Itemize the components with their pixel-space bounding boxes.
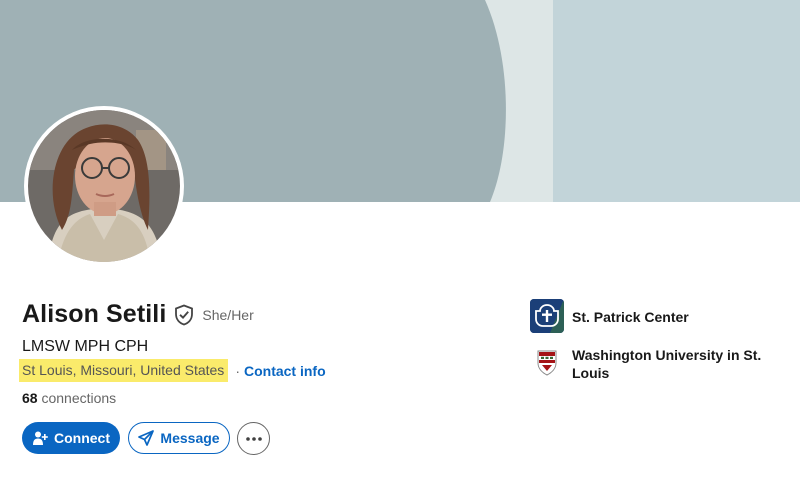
profile-location: St Louis, Missouri, United States bbox=[19, 359, 229, 382]
org-item-st-patrick-center[interactable]: St. Patrick Center bbox=[530, 299, 772, 333]
profile-headline: LMSW MPH CPH bbox=[22, 338, 149, 355]
send-icon bbox=[138, 430, 155, 446]
ellipsis-icon bbox=[245, 436, 262, 441]
message-label: Message bbox=[160, 430, 220, 446]
message-button[interactable]: Message bbox=[128, 422, 230, 454]
org-name: Washington University in St. Louis bbox=[572, 347, 762, 381]
washu-shield-logo bbox=[530, 345, 564, 379]
st-patrick-center-logo bbox=[530, 299, 564, 333]
profile-photo[interactable] bbox=[24, 106, 184, 266]
add-person-icon bbox=[32, 430, 48, 446]
profile-name: Alison Setili bbox=[22, 300, 167, 328]
connections-label: connections bbox=[41, 390, 117, 406]
pronouns: She/Her bbox=[202, 306, 254, 323]
connections-count[interactable]: 68 connections bbox=[22, 390, 116, 406]
more-actions-button[interactable] bbox=[237, 422, 270, 455]
contact-info-link[interactable]: Contact info bbox=[244, 363, 326, 379]
profile-card: Alison Setili She/Her LMSW MPH CPH St Lo… bbox=[0, 0, 800, 479]
org-item-washington-university[interactable]: Washington University in St. Louis bbox=[530, 345, 772, 382]
connections-number: 68 bbox=[22, 390, 38, 406]
org-name: St. Patrick Center bbox=[572, 309, 689, 325]
separator-dot: · bbox=[235, 362, 240, 379]
connect-label: Connect bbox=[54, 430, 110, 446]
avatar-portrait bbox=[28, 110, 180, 262]
name-row: Alison Setili She/Her bbox=[22, 300, 254, 329]
verified-shield-icon[interactable] bbox=[174, 304, 194, 326]
connect-button[interactable]: Connect bbox=[22, 422, 120, 454]
location-row: St Louis, Missouri, United States · Cont… bbox=[19, 359, 326, 382]
